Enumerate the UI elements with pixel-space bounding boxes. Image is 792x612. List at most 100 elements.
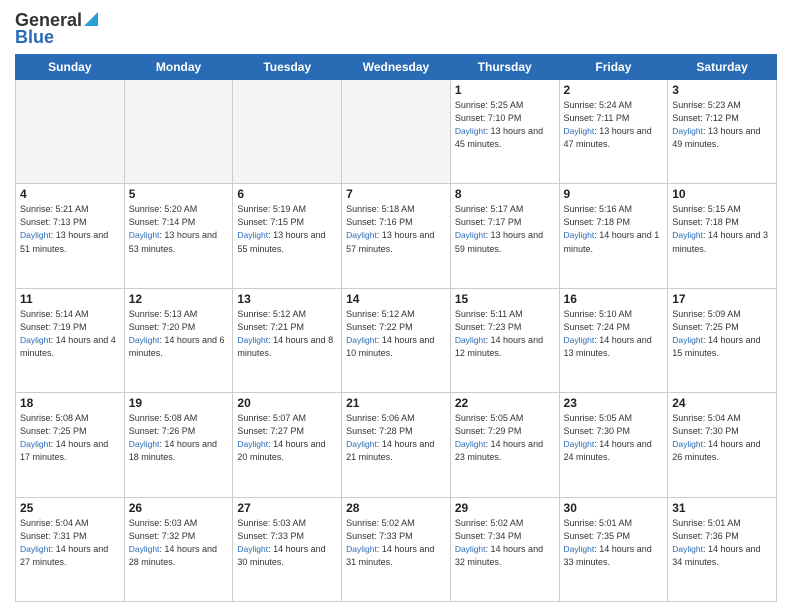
day-number: 27: [237, 501, 337, 515]
cell-info: Sunrise: 5:16 AMSunset: 7:18 PMDaylight:…: [564, 203, 664, 255]
calendar-cell: 2Sunrise: 5:24 AMSunset: 7:11 PMDaylight…: [559, 80, 668, 184]
day-number: 10: [672, 187, 772, 201]
calendar-cell: 17Sunrise: 5:09 AMSunset: 7:25 PMDayligh…: [668, 288, 777, 392]
sunset-text: Sunset: 7:18 PM: [564, 217, 631, 227]
calendar-header-row: Sunday Monday Tuesday Wednesday Thursday…: [16, 55, 777, 80]
daylight-label: Daylight: [455, 335, 486, 345]
sunrise-text: Sunrise: 5:13 AM: [129, 309, 198, 319]
day-number: 8: [455, 187, 555, 201]
cell-info: Sunrise: 5:19 AMSunset: 7:15 PMDaylight:…: [237, 203, 337, 255]
sunset-text: Sunset: 7:36 PM: [672, 531, 739, 541]
sunrise-text: Sunrise: 5:17 AM: [455, 204, 524, 214]
calendar-cell: 19 Sunrise: 5:08 AMSunset: 7:26 PMDayligh…: [124, 393, 233, 497]
cell-info: Sunrise: 5:23 AMSunset: 7:12 PMDaylight:…: [672, 99, 772, 151]
sunrise-text: Sunrise: 5:03 AM: [129, 518, 198, 528]
sunrise-text: Sunrise: 5:07 AM: [237, 413, 306, 423]
daylight-label: Daylight: [346, 439, 377, 449]
sunset-text: Sunset: 7:28 PM: [346, 426, 413, 436]
calendar-cell: 15 Sunrise: 5:11 AM Sunset: 7:23 PM Dayligh…: [450, 288, 559, 392]
day-number: 9: [564, 187, 664, 201]
sunset-text: Sunset: 7:16 PM: [346, 217, 413, 227]
sunrise-text: Sunrise: 5:23 AM: [672, 100, 741, 110]
daylight-label: Daylight: [564, 126, 595, 136]
day-number: 18: [20, 396, 120, 410]
daylight-label: Daylight: [455, 126, 486, 136]
sunset-text: Sunset: 7:33 PM: [346, 531, 413, 541]
calendar-cell: [233, 80, 342, 184]
daylight-label: Daylight: [129, 544, 160, 554]
sunset-text: Sunset: 7:13 PM: [20, 217, 87, 227]
cell-info: Sunrise: 5:14 AMSunset: 7:19 PMDaylight:…: [20, 308, 120, 360]
cell-info: Sunrise: 5:01 AMSunset: 7:35 PMDaylight:…: [564, 517, 664, 569]
day-number: 23: [564, 396, 664, 410]
sunset-text: Sunset: 7:27 PM: [237, 426, 304, 436]
day-number: 22: [455, 396, 555, 410]
calendar-cell: 22Sunrise: 5:05 AMSunset: 7:29 PMDayligh…: [450, 393, 559, 497]
calendar-week-row: 11 Sunrise: 5:14 AMSunset: 7:19 PMDayligh…: [16, 288, 777, 392]
sunset-text: Sunset: 7:15 PM: [237, 217, 304, 227]
sunrise-text: Sunrise: 5:19 AM: [237, 204, 306, 214]
sunset-text: Sunset: 7:25 PM: [672, 322, 739, 332]
sunset-text: Sunset: 7:33 PM: [237, 531, 304, 541]
sunset-text: Sunset: 7:23 PM: [455, 322, 522, 332]
cell-info: Sunrise: 5:13 AMSunset: 7:20 PMDaylight:…: [129, 308, 229, 360]
daylight-label: Daylight: [237, 230, 268, 240]
calendar-cell: [342, 80, 451, 184]
daylight-label: Daylight: [455, 544, 486, 554]
calendar-cell: 30Sunrise: 5:01 AMSunset: 7:35 PMDayligh…: [559, 497, 668, 601]
daylight-label: Daylight: [672, 230, 703, 240]
sunrise-text: Sunrise: 5:01 AM: [672, 518, 741, 528]
daylight-label: Daylight: [564, 544, 595, 554]
day-number: 6: [237, 187, 337, 201]
calendar-week-row: 1Sunrise: 5:25 AMSunset: 7:10 PMDaylight…: [16, 80, 777, 184]
daylight-label: Daylight: [564, 439, 595, 449]
day-number: 16: [564, 292, 664, 306]
col-tuesday: Tuesday: [233, 55, 342, 80]
calendar-cell: 28Sunrise: 5:02 AMSunset: 7:33 PMDayligh…: [342, 497, 451, 601]
sunset-text: Sunset: 7:30 PM: [672, 426, 739, 436]
calendar-cell: 31 Sunrise: 5:01 AM Sunset: 7:36 PM Dayligh…: [668, 497, 777, 601]
day-number: 19: [129, 396, 229, 410]
day-number: 11: [20, 292, 120, 306]
col-thursday: Thursday: [450, 55, 559, 80]
calendar-week-row: 25 Sunrise: 5:04 AMSunset: 7:31 PMDayligh…: [16, 497, 777, 601]
cell-info: Sunrise: 5:04 AMSunset: 7:31 PMDaylight:…: [20, 517, 120, 569]
calendar-cell: 1Sunrise: 5:25 AMSunset: 7:10 PMDaylight…: [450, 80, 559, 184]
calendar-cell: 16Sunrise: 5:10 AMSunset: 7:24 PMDayligh…: [559, 288, 668, 392]
sunrise-text: Sunrise: 5:03 AM: [237, 518, 306, 528]
cell-info: Sunrise: 5:20 AMSunset: 7:14 PMDaylight:…: [129, 203, 229, 255]
sunset-text: Sunset: 7:12 PM: [672, 113, 739, 123]
calendar-cell: [124, 80, 233, 184]
calendar-cell: 27 Sunrise: 5:03 AM Sunset: 7:33 PM Dayligh…: [233, 497, 342, 601]
daylight-label: Daylight: [237, 544, 268, 554]
cell-info: Sunrise: 5:21 AMSunset: 7:13 PMDaylight:…: [20, 203, 120, 255]
sunset-text: Sunset: 7:29 PM: [455, 426, 522, 436]
day-number: 4: [20, 187, 120, 201]
sunrise-text: Sunrise: 5:02 AM: [455, 518, 524, 528]
sunrise-text: Sunrise: 5:02 AM: [346, 518, 415, 528]
day-number: 15: [455, 292, 555, 306]
sunset-text: Sunset: 7:17 PM: [455, 217, 522, 227]
day-number: 7: [346, 187, 446, 201]
calendar-table: Sunday Monday Tuesday Wednesday Thursday…: [15, 54, 777, 602]
day-number: 2: [564, 83, 664, 97]
calendar-cell: 9 Sunrise: 5:16 AMSunset: 7:18 PMDaylight…: [559, 184, 668, 288]
sunset-text: Sunset: 7:30 PM: [564, 426, 631, 436]
sunrise-text: Sunrise: 5:11 AM: [455, 309, 523, 319]
day-number: 31: [672, 501, 772, 515]
sunset-text: Sunset: 7:21 PM: [237, 322, 304, 332]
sunrise-text: Sunrise: 5:12 AM: [237, 309, 306, 319]
calendar-cell: 24Sunrise: 5:04 AMSunset: 7:30 PMDayligh…: [668, 393, 777, 497]
calendar-cell: 21Sunrise: 5:06 AMSunset: 7:28 PMDayligh…: [342, 393, 451, 497]
sunset-text: Sunset: 7:20 PM: [129, 322, 196, 332]
logo: General Blue: [15, 10, 98, 48]
cell-info: Sunrise: 5:08 AMSunset: 7:26 PMDaylight:…: [129, 412, 229, 464]
sunrise-text: Sunrise: 5:25 AM: [455, 100, 524, 110]
calendar-cell: 11 Sunrise: 5:14 AMSunset: 7:19 PMDayligh…: [16, 288, 125, 392]
sunrise-text: Sunrise: 5:10 AM: [564, 309, 633, 319]
day-number: 25: [20, 501, 120, 515]
cell-info: Sunrise: 5:05 AMSunset: 7:30 PMDaylight:…: [564, 412, 664, 464]
daylight-label: Daylight: [672, 544, 703, 554]
daylight-label: Daylight: [455, 230, 486, 240]
cell-info: Sunrise: 5:08 AMSunset: 7:25 PMDaylight:…: [20, 412, 120, 464]
